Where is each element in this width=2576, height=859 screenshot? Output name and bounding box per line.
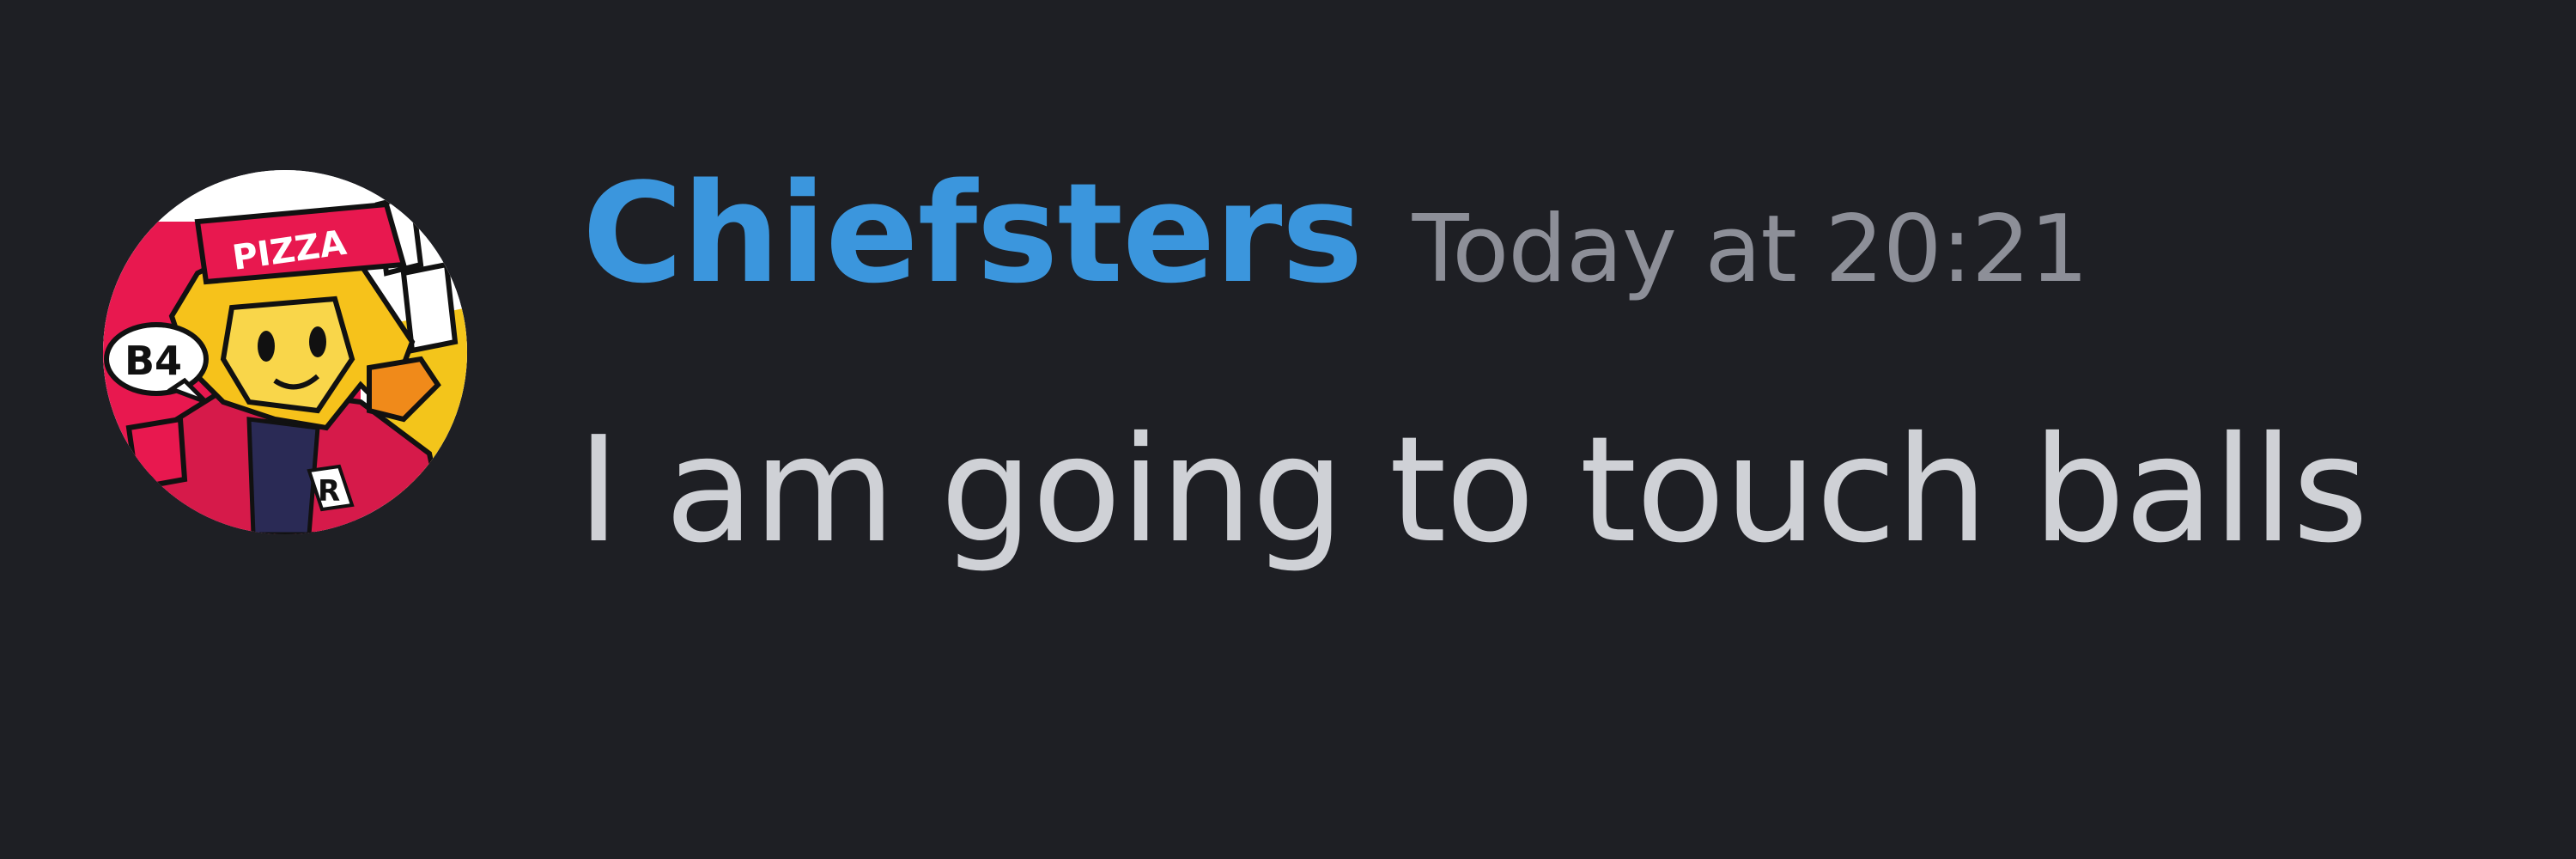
timestamp: Today at 20:21 — [1412, 196, 2089, 303]
avatar-image: PIZZA B4 R — [103, 170, 467, 534]
svg-text:R: R — [318, 474, 340, 509]
username[interactable]: Chiefsters — [582, 165, 1364, 302]
message-header: Chiefsters Today at 20:21 — [582, 165, 2089, 337]
avatar[interactable]: PIZZA B4 R — [103, 170, 467, 534]
chat-message: PIZZA B4 R Chiefsters Today at 20:21 I a… — [0, 0, 2576, 859]
message-content: I am going to touch balls — [577, 405, 2368, 576]
avatar-bubble-text: B4 — [125, 338, 182, 384]
